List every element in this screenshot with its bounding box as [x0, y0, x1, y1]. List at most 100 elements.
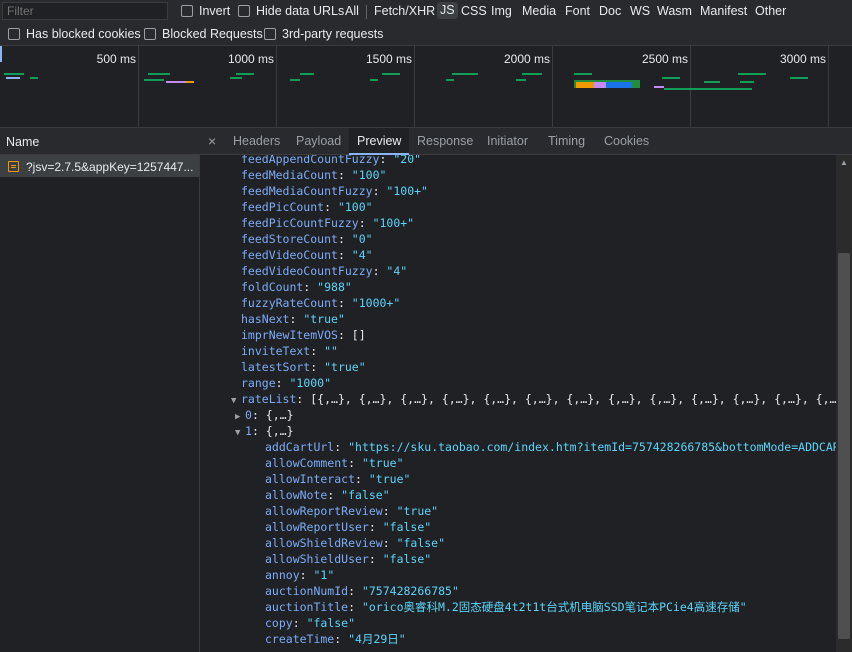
timeline-gridline — [138, 46, 139, 128]
tab-cookies[interactable]: Cookies — [596, 128, 657, 155]
json-colon: : — [379, 155, 394, 166]
json-line[interactable]: ▼ 1: {,…} — [235, 423, 294, 439]
type-filter-css[interactable]: CSS — [461, 4, 487, 18]
json-line: auctionTitle: "orico奥睿科M.2固态硬盘4t2t1t台式机电… — [265, 599, 747, 615]
tab-initiator[interactable]: Initiator — [479, 128, 536, 155]
json-line[interactable]: ▶ 0: {,…} — [235, 407, 294, 423]
json-value: "757428266785" — [361, 584, 459, 598]
type-filter-ws[interactable]: WS — [630, 4, 650, 18]
json-colon: : — [337, 296, 352, 310]
tab-response[interactable]: Response — [409, 128, 481, 155]
tab-preview[interactable]: Preview — [349, 128, 410, 155]
json-value: "1" — [313, 568, 335, 582]
json-value: "orico奥睿科M.2固态硬盘4t2t1t台式机电脑SSD笔记本PCie4高速… — [361, 600, 747, 614]
type-filter-media[interactable]: Media — [522, 4, 556, 18]
json-colon: : — [324, 200, 338, 214]
json-value: "4" — [386, 264, 408, 278]
blocked-requests-checkbox[interactable]: Blocked Requests — [144, 27, 263, 41]
type-filter-img[interactable]: Img — [491, 4, 512, 18]
json-key: latestSort — [241, 360, 311, 374]
json-colon: : — [337, 168, 352, 182]
json-value: [{,…}, {,…}, {,…}, {,…}, {,…}, {,…}, {,…… — [310, 392, 836, 406]
json-key: fuzzyRateCount — [241, 296, 338, 310]
json-value: "0" — [351, 232, 373, 246]
json-line: createTime: "4月29日" — [265, 631, 406, 647]
timeline-bar — [452, 73, 478, 75]
request-row[interactable]: ?jsv=2.7.5&appKey=1257447... — [0, 155, 199, 177]
scrollbar-thumb[interactable] — [838, 253, 850, 639]
json-line: addCartUrl: "https://sku.taobao.com/inde… — [265, 439, 836, 455]
json-colon: : — [310, 344, 325, 358]
json-value: [] — [351, 328, 366, 342]
checkbox-icon — [264, 28, 276, 40]
json-key: inviteText — [241, 344, 311, 358]
scroll-up-icon[interactable]: ▲ — [836, 155, 852, 171]
json-value: {,…} — [265, 408, 294, 422]
json-line[interactable]: ▼ rateList: [{,…}, {,…}, {,…}, {,…}, {,…}… — [231, 391, 836, 407]
json-key: auctionTitle — [265, 600, 349, 614]
json-preview[interactable]: feedAppendCountFuzzy: "20" feedMediaCount… — [200, 155, 836, 652]
json-value: "false" — [341, 488, 390, 502]
json-value: "true" — [324, 360, 366, 374]
type-filter-other[interactable]: Other — [755, 4, 786, 18]
expanded-triangle-icon[interactable]: ▼ — [235, 425, 245, 441]
json-line: feedAppendCountFuzzy: "20" — [241, 155, 421, 167]
name-column-label: Name — [6, 135, 40, 149]
filter-input[interactable] — [2, 2, 168, 20]
third-party-requests-label: 3rd-party requests — [282, 27, 384, 41]
json-value: "20" — [393, 155, 422, 166]
timeline-bar — [30, 77, 38, 79]
third-party-requests-checkbox[interactable]: 3rd-party requests — [264, 27, 383, 41]
type-filter-js[interactable]: JS — [437, 2, 458, 19]
tab-payload[interactable]: Payload — [288, 128, 349, 155]
type-filter-manifest[interactable]: Manifest — [700, 4, 747, 18]
json-colon: : — [292, 616, 307, 630]
separator — [366, 5, 367, 19]
json-value: "1000" — [289, 376, 332, 390]
timeline-bar — [574, 73, 592, 75]
timeline-bar — [186, 81, 194, 83]
close-icon[interactable]: × — [208, 133, 216, 149]
timeline-bar — [606, 82, 632, 88]
json-line: latestSort: "true" — [241, 359, 366, 375]
json-key: 0 — [245, 408, 252, 422]
timeline-bar — [236, 73, 254, 75]
json-colon: : — [251, 424, 266, 438]
json-colon: : — [337, 328, 352, 342]
json-value: "false" — [306, 616, 356, 630]
timeline-bar — [654, 86, 664, 88]
detail-tabbar: × Headers Payload Preview Response Initi… — [200, 128, 852, 155]
checkbox-icon — [8, 28, 20, 40]
name-column-header[interactable]: Name — [0, 128, 200, 155]
timeline-bar — [166, 81, 186, 83]
type-filter-font[interactable]: Font — [565, 4, 590, 18]
type-filter-wasm[interactable]: Wasm — [657, 4, 692, 18]
json-colon: : — [251, 408, 266, 422]
json-line: range: "1000" — [241, 375, 331, 391]
json-colon: : — [382, 536, 397, 550]
json-line: allowReportUser: "false" — [265, 519, 431, 535]
type-filter-doc[interactable]: Doc — [599, 4, 621, 18]
timeline-bar — [662, 77, 680, 79]
invert-checkbox[interactable]: Invert — [181, 4, 230, 18]
type-filter-fetch-xhr[interactable]: Fetch/XHR — [374, 4, 435, 18]
timeline-overview[interactable]: 500 ms 1000 ms 1500 ms 2000 ms 2500 ms 3… — [0, 46, 852, 128]
json-key: feedMediaCountFuzzy — [241, 184, 373, 198]
script-file-icon — [8, 161, 19, 172]
checkbox-icon — [238, 5, 250, 17]
json-line: allowShieldReview: "false" — [265, 535, 445, 551]
tab-headers[interactable]: Headers — [225, 128, 288, 155]
json-value: "" — [324, 344, 338, 358]
tab-timing[interactable]: Timing — [540, 128, 593, 155]
json-key: 1 — [245, 424, 252, 438]
type-filter-all[interactable]: All — [345, 4, 359, 18]
timeline-bar — [790, 77, 808, 79]
has-blocked-cookies-checkbox[interactable]: Has blocked cookies — [8, 27, 141, 41]
request-name: ?jsv=2.7.5&appKey=1257447... — [26, 160, 194, 174]
timeline-gridline — [276, 46, 277, 128]
json-colon: : — [348, 584, 362, 598]
json-colon: : — [299, 568, 314, 582]
timeline-gridline — [414, 46, 415, 128]
json-colon: : — [382, 504, 397, 518]
hide-data-urls-checkbox[interactable]: Hide data URLs — [238, 4, 344, 18]
